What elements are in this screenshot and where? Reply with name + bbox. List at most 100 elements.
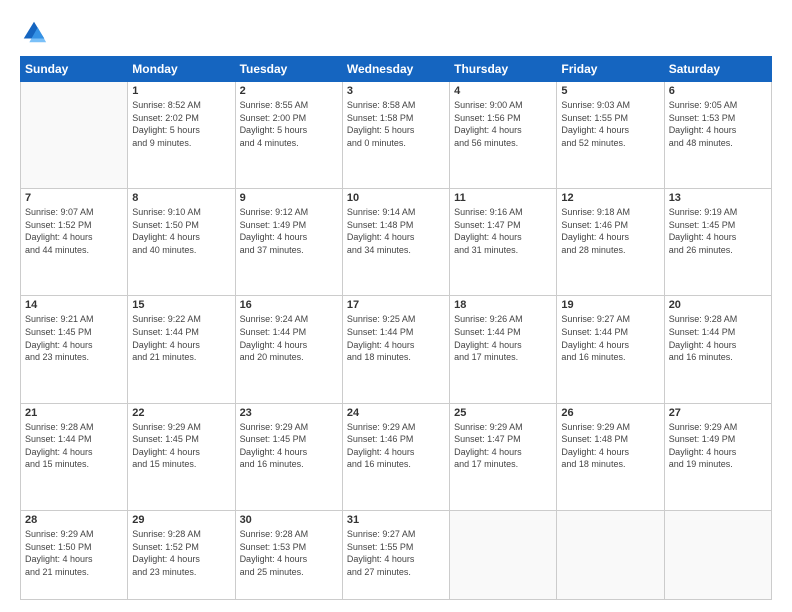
day-info: Sunrise: 9:14 AM Sunset: 1:48 PM Dayligh… [347, 206, 445, 256]
calendar-cell: 10 Sunrise: 9:14 AM Sunset: 1:48 PM Dayli… [342, 189, 449, 296]
day-number: 12 [561, 192, 659, 204]
day-number: 24 [347, 407, 445, 419]
day-info: Sunrise: 9:29 AM Sunset: 1:47 PM Dayligh… [454, 421, 552, 471]
day-number: 25 [454, 407, 552, 419]
day-header-sunday: Sunday [21, 57, 128, 82]
day-info: Sunrise: 9:29 AM Sunset: 1:48 PM Dayligh… [561, 421, 659, 471]
day-number: 7 [25, 192, 123, 204]
calendar-cell: 27 Sunrise: 9:29 AM Sunset: 1:49 PM Dayli… [664, 403, 771, 510]
day-number: 31 [347, 514, 445, 526]
calendar-table: SundayMondayTuesdayWednesdayThursdayFrid… [20, 56, 772, 600]
logo-icon [20, 18, 48, 46]
page: SundayMondayTuesdayWednesdayThursdayFrid… [0, 0, 792, 612]
calendar-cell: 31 Sunrise: 9:27 AM Sunset: 1:55 PM Dayli… [342, 510, 449, 599]
day-info: Sunrise: 9:16 AM Sunset: 1:47 PM Dayligh… [454, 206, 552, 256]
day-number: 14 [25, 299, 123, 311]
day-number: 18 [454, 299, 552, 311]
calendar-cell: 1 Sunrise: 8:52 AM Sunset: 2:02 PM Daylig… [128, 82, 235, 189]
day-number: 21 [25, 407, 123, 419]
day-info: Sunrise: 9:27 AM Sunset: 1:55 PM Dayligh… [347, 528, 445, 578]
calendar-cell: 5 Sunrise: 9:03 AM Sunset: 1:55 PM Daylig… [557, 82, 664, 189]
day-info: Sunrise: 8:52 AM Sunset: 2:02 PM Dayligh… [132, 99, 230, 149]
day-header-saturday: Saturday [664, 57, 771, 82]
day-info: Sunrise: 9:28 AM Sunset: 1:53 PM Dayligh… [240, 528, 338, 578]
calendar-cell: 12 Sunrise: 9:18 AM Sunset: 1:46 PM Dayli… [557, 189, 664, 296]
calendar-cell: 29 Sunrise: 9:28 AM Sunset: 1:52 PM Dayli… [128, 510, 235, 599]
day-number: 8 [132, 192, 230, 204]
day-number: 6 [669, 85, 767, 97]
calendar-cell: 13Sunrise: 9:19 AM Sunset: 1:45 PM Dayli… [664, 189, 771, 296]
calendar-cell: 23 Sunrise: 9:29 AM Sunset: 1:45 PM Dayli… [235, 403, 342, 510]
calendar-cell: 28 Sunrise: 9:29 AM Sunset: 1:50 PM Dayli… [21, 510, 128, 599]
day-info: Sunrise: 9:00 AM Sunset: 1:56 PM Dayligh… [454, 99, 552, 149]
calendar-cell: 18 Sunrise: 9:26 AM Sunset: 1:44 PM Dayli… [450, 296, 557, 403]
day-number: 29 [132, 514, 230, 526]
calendar-cell [557, 510, 664, 599]
day-number: 2 [240, 85, 338, 97]
calendar-cell: 16Sunrise: 9:24 AM Sunset: 1:44 PM Dayli… [235, 296, 342, 403]
day-header-tuesday: Tuesday [235, 57, 342, 82]
calendar-cell: 17Sunrise: 9:25 AM Sunset: 1:44 PM Dayli… [342, 296, 449, 403]
day-info: Sunrise: 9:28 AM Sunset: 1:44 PM Dayligh… [669, 313, 767, 363]
calendar-cell: 15 Sunrise: 9:22 AM Sunset: 1:44 PM Dayli… [128, 296, 235, 403]
day-info: Sunrise: 9:28 AM Sunset: 1:44 PM Dayligh… [25, 421, 123, 471]
day-info: Sunrise: 9:07 AM Sunset: 1:52 PM Dayligh… [25, 206, 123, 256]
logo [20, 18, 52, 46]
day-info: Sunrise: 9:19 AM Sunset: 1:45 PM Dayligh… [669, 206, 767, 256]
calendar-cell: 30 Sunrise: 9:28 AM Sunset: 1:53 PM Dayli… [235, 510, 342, 599]
day-info: Sunrise: 9:12 AM Sunset: 1:49 PM Dayligh… [240, 206, 338, 256]
day-info: Sunrise: 9:22 AM Sunset: 1:44 PM Dayligh… [132, 313, 230, 363]
calendar-cell: 19 Sunrise: 9:27 AM Sunset: 1:44 PM Dayli… [557, 296, 664, 403]
calendar-cell: 21 Sunrise: 9:28 AM Sunset: 1:44 PM Dayli… [21, 403, 128, 510]
day-number: 30 [240, 514, 338, 526]
calendar-cell: 2 Sunrise: 8:55 AM Sunset: 2:00 PM Daylig… [235, 82, 342, 189]
day-number: 23 [240, 407, 338, 419]
day-number: 17 [347, 299, 445, 311]
day-number: 5 [561, 85, 659, 97]
day-info: Sunrise: 9:29 AM Sunset: 1:45 PM Dayligh… [240, 421, 338, 471]
day-info: Sunrise: 9:21 AM Sunset: 1:45 PM Dayligh… [25, 313, 123, 363]
header [20, 18, 772, 46]
day-info: Sunrise: 9:29 AM Sunset: 1:50 PM Dayligh… [25, 528, 123, 578]
calendar-cell [450, 510, 557, 599]
day-info: Sunrise: 9:29 AM Sunset: 1:49 PM Dayligh… [669, 421, 767, 471]
day-number: 16 [240, 299, 338, 311]
day-header-monday: Monday [128, 57, 235, 82]
calendar-cell [21, 82, 128, 189]
calendar-cell [664, 510, 771, 599]
day-header-friday: Friday [557, 57, 664, 82]
calendar-cell: 11 Sunrise: 9:16 AM Sunset: 1:47 PM Dayli… [450, 189, 557, 296]
day-info: Sunrise: 9:29 AM Sunset: 1:45 PM Dayligh… [132, 421, 230, 471]
day-header-thursday: Thursday [450, 57, 557, 82]
calendar-cell: 9 Sunrise: 9:12 AM Sunset: 1:49 PM Daylig… [235, 189, 342, 296]
day-number: 1 [132, 85, 230, 97]
day-info: Sunrise: 8:58 AM Sunset: 1:58 PM Dayligh… [347, 99, 445, 149]
day-info: Sunrise: 9:29 AM Sunset: 1:46 PM Dayligh… [347, 421, 445, 471]
day-number: 27 [669, 407, 767, 419]
calendar-cell: 3 Sunrise: 8:58 AM Sunset: 1:58 PM Daylig… [342, 82, 449, 189]
day-number: 3 [347, 85, 445, 97]
day-info: Sunrise: 9:27 AM Sunset: 1:44 PM Dayligh… [561, 313, 659, 363]
day-info: Sunrise: 9:03 AM Sunset: 1:55 PM Dayligh… [561, 99, 659, 149]
calendar-cell: 26 Sunrise: 9:29 AM Sunset: 1:48 PM Dayli… [557, 403, 664, 510]
calendar-cell: 25 Sunrise: 9:29 AM Sunset: 1:47 PM Dayli… [450, 403, 557, 510]
day-info: Sunrise: 9:10 AM Sunset: 1:50 PM Dayligh… [132, 206, 230, 256]
day-info: Sunrise: 9:05 AM Sunset: 1:53 PM Dayligh… [669, 99, 767, 149]
calendar-cell: 14 Sunrise: 9:21 AM Sunset: 1:45 PM Dayli… [21, 296, 128, 403]
calendar-cell: 22Sunrise: 9:29 AM Sunset: 1:45 PM Dayli… [128, 403, 235, 510]
calendar-cell: 24 Sunrise: 9:29 AM Sunset: 1:46 PM Dayli… [342, 403, 449, 510]
day-number: 4 [454, 85, 552, 97]
day-number: 15 [132, 299, 230, 311]
day-number: 19 [561, 299, 659, 311]
day-info: Sunrise: 9:26 AM Sunset: 1:44 PM Dayligh… [454, 313, 552, 363]
day-number: 11 [454, 192, 552, 204]
day-info: Sunrise: 8:55 AM Sunset: 2:00 PM Dayligh… [240, 99, 338, 149]
day-info: Sunrise: 9:28 AM Sunset: 1:52 PM Dayligh… [132, 528, 230, 578]
calendar-cell: 7 Sunrise: 9:07 AM Sunset: 1:52 PM Daylig… [21, 189, 128, 296]
calendar-cell: 20Sunrise: 9:28 AM Sunset: 1:44 PM Dayli… [664, 296, 771, 403]
day-number: 9 [240, 192, 338, 204]
day-number: 26 [561, 407, 659, 419]
day-number: 28 [25, 514, 123, 526]
day-info: Sunrise: 9:18 AM Sunset: 1:46 PM Dayligh… [561, 206, 659, 256]
day-number: 10 [347, 192, 445, 204]
